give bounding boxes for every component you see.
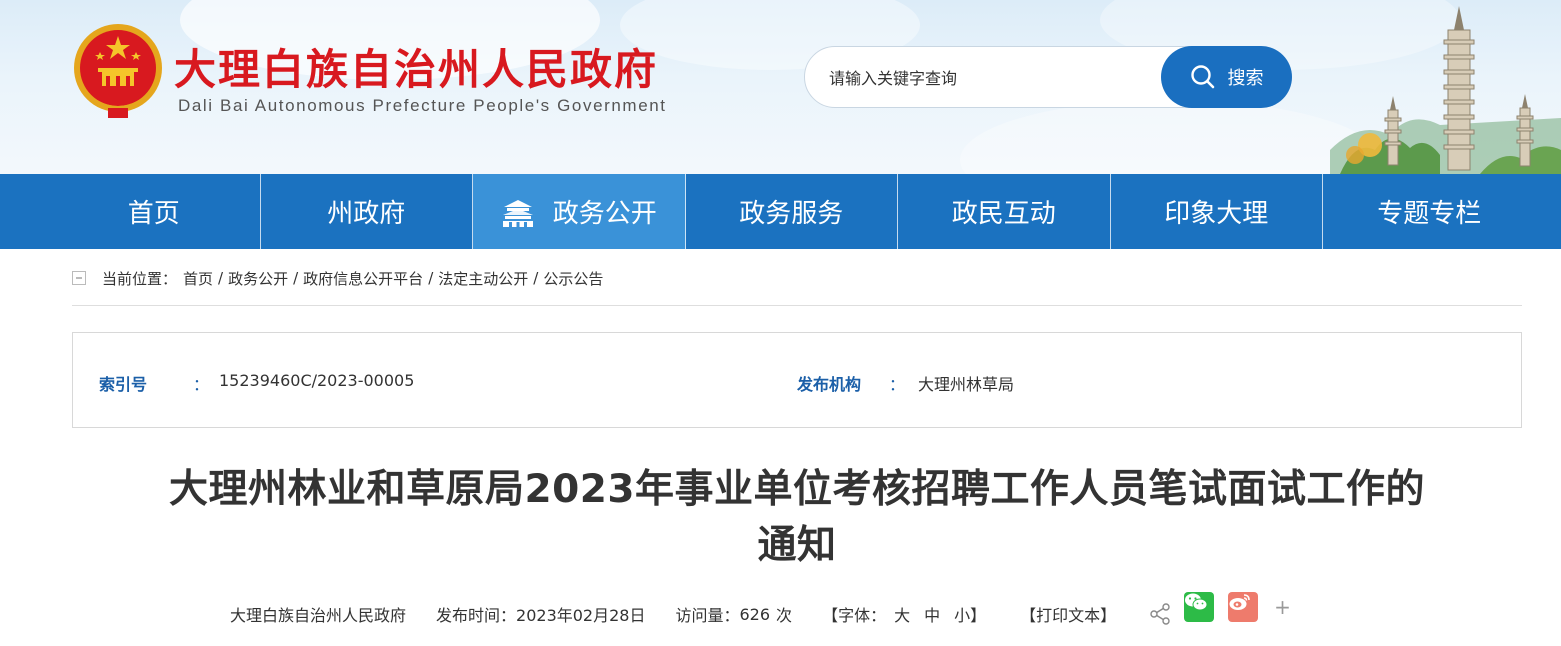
breadcrumb-item-statutory-disclosure[interactable]: 法定主动公开 xyxy=(438,268,528,289)
site-subtitle: Dali Bai Autonomous Prefecture People's … xyxy=(178,96,667,115)
font-size-large-button[interactable]: 大 xyxy=(894,602,910,626)
publisher-colon: ： xyxy=(889,375,906,394)
publish-date: 2023年02月28日 xyxy=(516,606,646,625)
print-button[interactable]: 【打印文本】 xyxy=(1020,602,1116,626)
site-title[interactable]: 大理白族自治州人民政府 xyxy=(174,36,658,97)
article-title-line: 通知 xyxy=(757,523,837,568)
wechat-share-button[interactable] xyxy=(1184,592,1215,622)
breadcrumb-prefix: 当前位置： xyxy=(102,269,178,288)
article-source: 大理白族自治州人民政府 xyxy=(230,606,407,625)
wechat-icon xyxy=(1185,593,1208,611)
nav-item-public-interaction[interactable]: 政民互动 xyxy=(898,174,1111,249)
nav-item-label: 政务公开 xyxy=(552,199,657,229)
tiananmen-icon xyxy=(502,199,533,227)
search-button-label: 搜索 xyxy=(1227,68,1264,89)
breadcrumb-separator: / xyxy=(218,269,224,287)
visits-label: 访问量： xyxy=(675,606,740,625)
breadcrumb-item-info-platform[interactable]: 政府信息公开平台 xyxy=(303,268,423,289)
nav-item-label: 州政府 xyxy=(327,199,406,229)
weibo-icon xyxy=(1229,594,1250,610)
search-button[interactable]: 搜索 xyxy=(1161,46,1292,108)
nav-item-prefecture-government[interactable]: 州政府 xyxy=(261,174,473,249)
search-input[interactable] xyxy=(829,63,1149,93)
nav-item-home[interactable]: 首页 xyxy=(48,174,261,249)
article-title: 大理州林业和草原局2023年事业单位考核招聘工作人员笔试面试工作的 通知 xyxy=(72,462,1522,574)
nav-item-label: 印象大理 xyxy=(1164,199,1269,229)
index-number-colon: ： xyxy=(193,375,210,394)
article-info-bar: 大理白族自治州人民政府 发布时间： 2023年02月28日 访问量： 626 次… xyxy=(230,592,1291,628)
breadcrumb-item-government-affairs[interactable]: 政务公开 xyxy=(228,268,288,289)
breadcrumb-separator: / xyxy=(533,269,539,287)
breadcrumb: 当前位置： 首页 / 政务公开 / 政府信息公开平台 / 法定主动公开 / 公示… xyxy=(72,265,603,291)
search-box: 搜索 xyxy=(804,46,1292,108)
search-icon xyxy=(1190,65,1214,89)
publish-date-label: 发布时间： xyxy=(436,606,517,625)
font-size-label: 【字体： xyxy=(822,606,887,625)
share-icon[interactable] xyxy=(1148,602,1172,626)
nav-item-government-services[interactable]: 政务服务 xyxy=(686,174,898,249)
nav-item-government-affairs-disclosure[interactable]: 政务公开 xyxy=(473,174,686,249)
publisher-value: 大理州林草局 xyxy=(918,375,1015,394)
location-icon xyxy=(72,271,86,285)
nav-item-label: 政务服务 xyxy=(739,199,844,229)
article-title-line: 大理州林业和草原局2023年事业单位考核招聘工作人员笔试面试工作的 xyxy=(168,467,1426,512)
nav-item-impression-dali[interactable]: 印象大理 xyxy=(1111,174,1323,249)
index-number-value: 15239460C/2023-00005 xyxy=(219,371,415,390)
site-header: 大理白族自治州人民政府 Dali Bai Autonomous Prefectu… xyxy=(0,0,1561,174)
nav-item-special-topics[interactable]: 专题专栏 xyxy=(1323,174,1536,249)
visits-count: 626 xyxy=(739,604,771,624)
header-cloud xyxy=(960,100,1380,174)
breadcrumb-divider xyxy=(72,305,1522,306)
font-size-medium-button[interactable]: 中 xyxy=(924,602,940,626)
breadcrumb-separator: / xyxy=(293,269,299,287)
nav-item-label: 首页 xyxy=(127,199,180,229)
main-nav: 首页 州政府 政务公开 政务服务 政民互动 印象大理 专题专栏 xyxy=(0,174,1561,249)
three-pagodas-image xyxy=(1330,6,1561,174)
nav-item-label: 政民互动 xyxy=(951,199,1056,229)
weibo-share-button[interactable] xyxy=(1228,592,1259,622)
nav-item-label: 专题专栏 xyxy=(1377,199,1482,229)
document-meta-box: 索引号 ： 15239460C/2023-00005 发布机构 ： 大理州林草局 xyxy=(72,332,1522,428)
breadcrumb-separator: / xyxy=(428,269,434,287)
visits-unit: 次 xyxy=(776,606,793,625)
breadcrumb-item-announcements[interactable]: 公示公告 xyxy=(543,268,603,289)
font-size-small-button[interactable]: 小 xyxy=(954,602,970,626)
breadcrumb-item-home[interactable]: 首页 xyxy=(183,268,213,289)
font-size-bracket-end: 】 xyxy=(970,606,987,625)
national-emblem-icon[interactable] xyxy=(72,22,164,120)
publisher-label: 发布机构 xyxy=(797,375,862,394)
more-share-button[interactable]: + xyxy=(1274,595,1291,619)
index-number-label: 索引号 xyxy=(99,375,148,394)
